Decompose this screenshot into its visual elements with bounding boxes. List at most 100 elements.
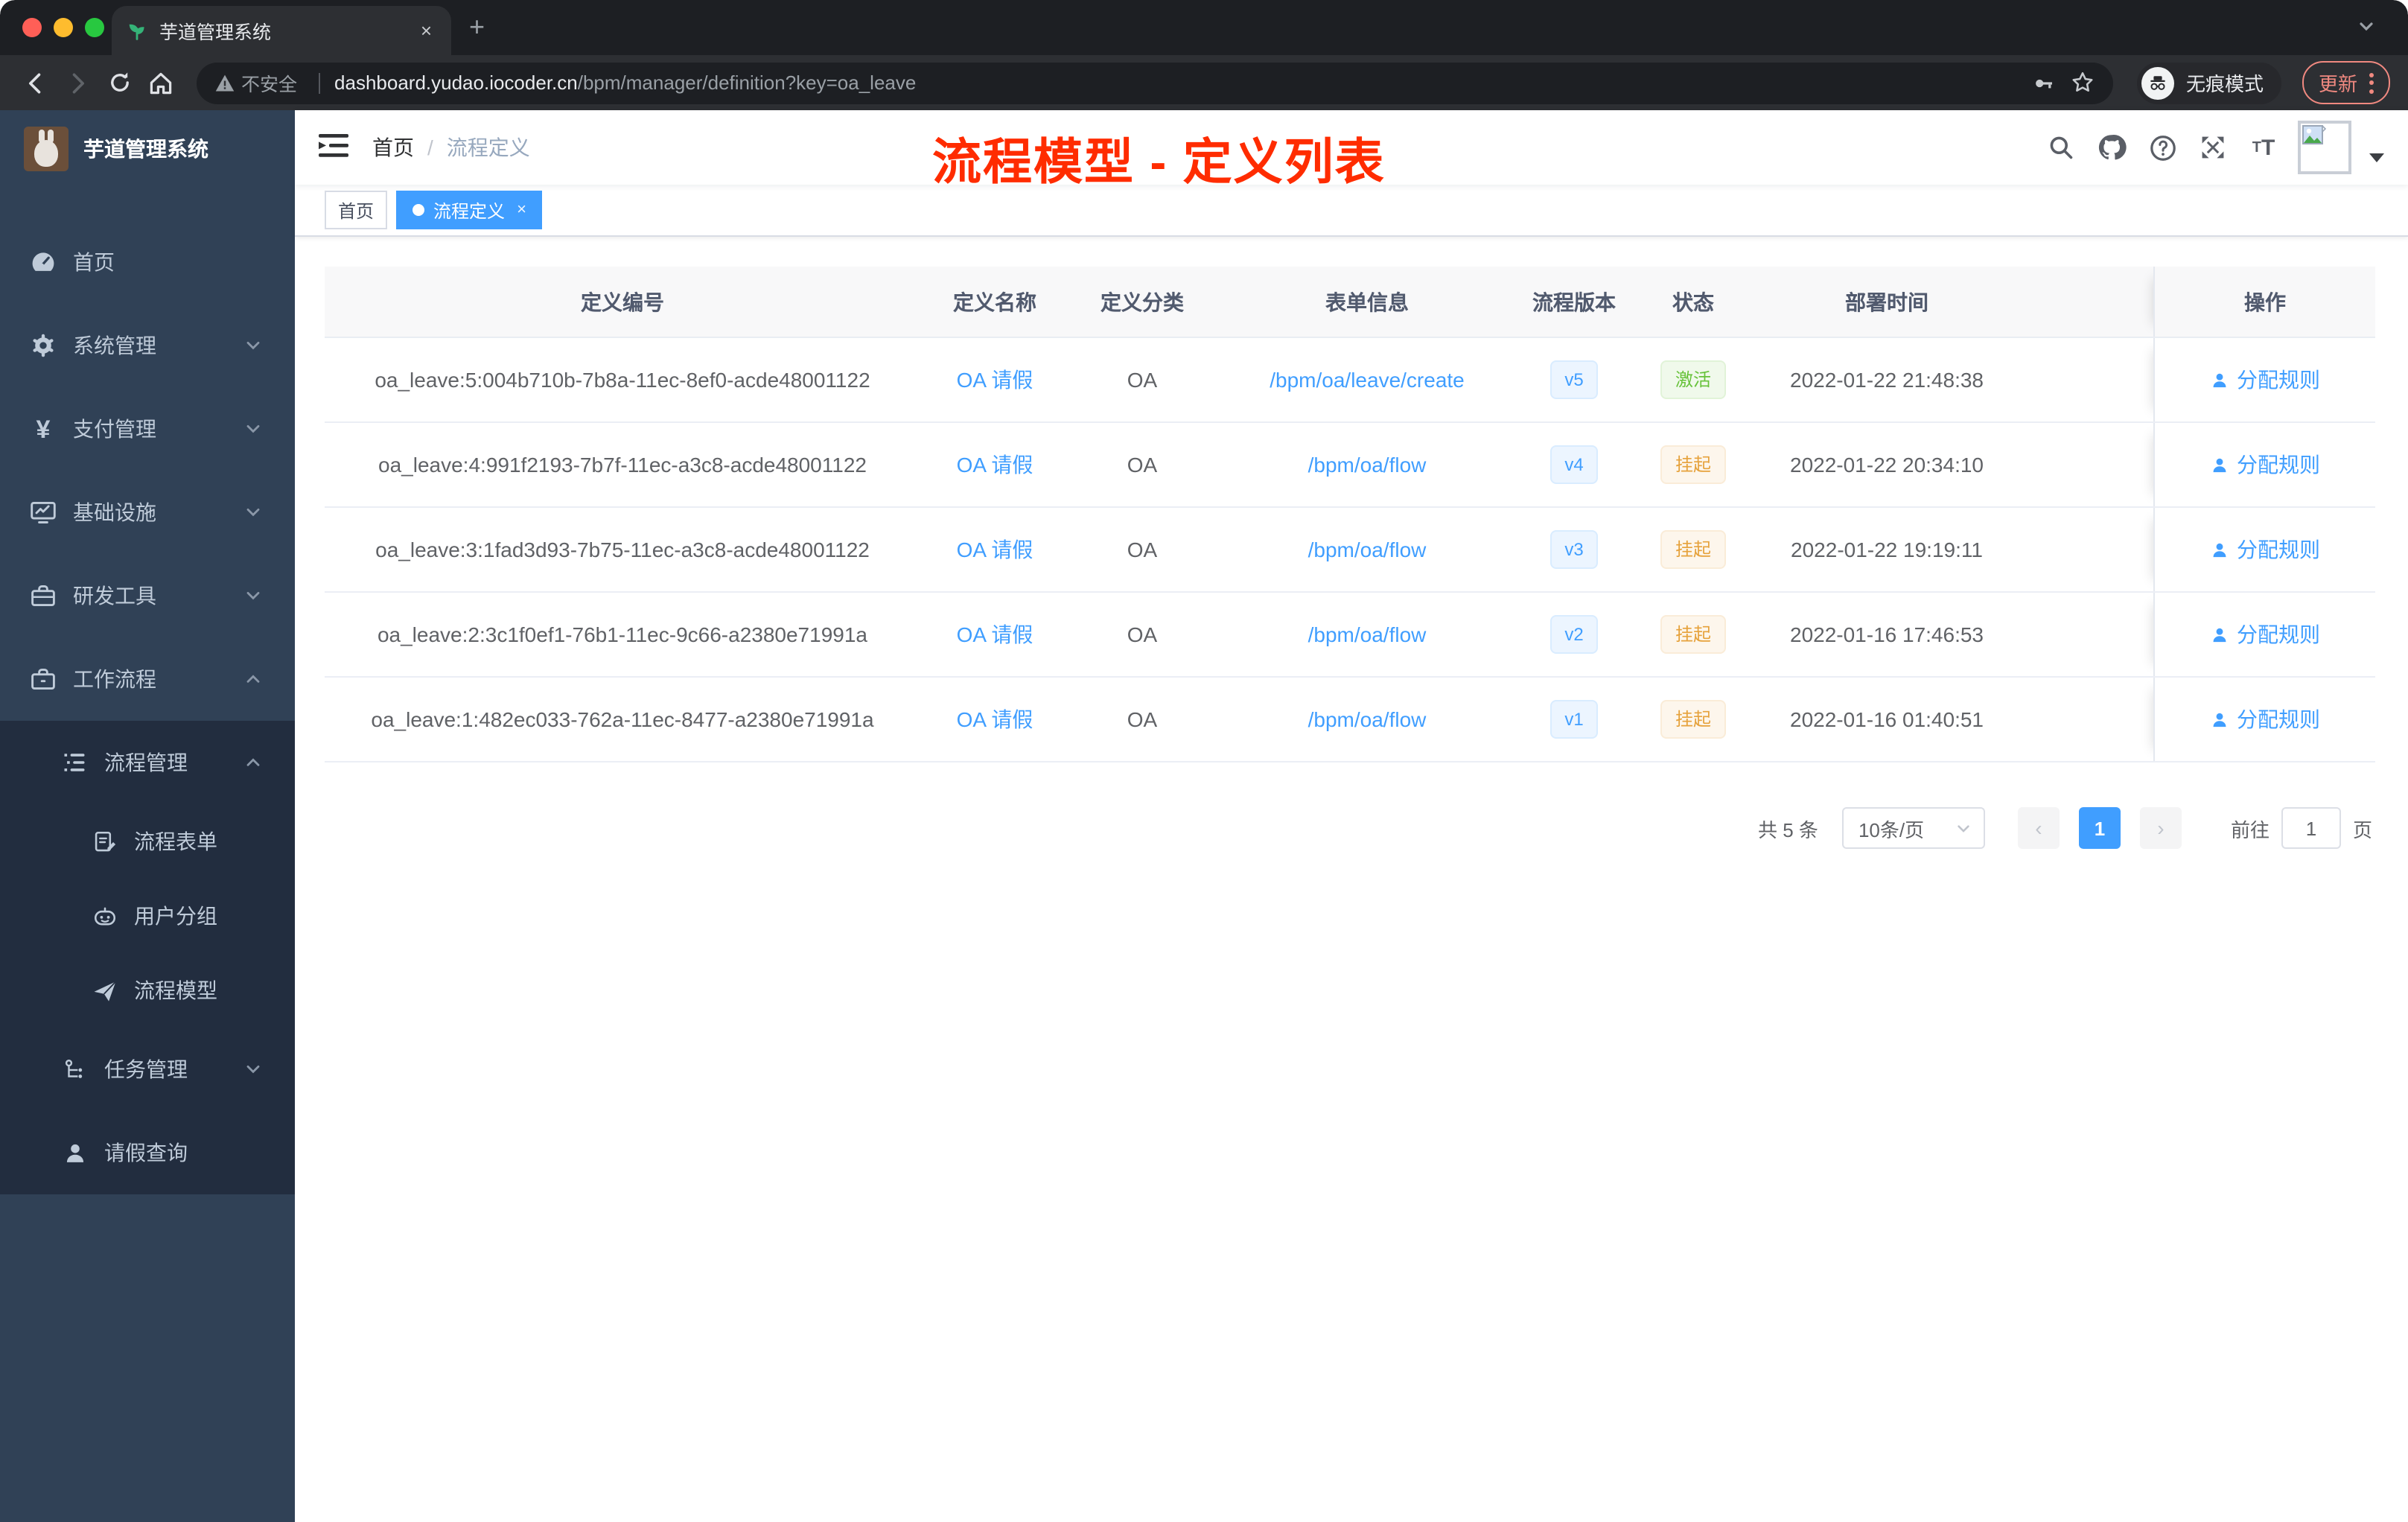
zoom-window-button[interactable] [85,18,104,37]
status-badge: 挂起 [1660,530,1726,569]
sidebar-item-infrastructure[interactable]: 基础设施 [0,471,295,554]
sidebar-item-label: 流程管理 [104,751,188,774]
incognito-badge: 无痕模式 [2136,62,2281,104]
sidebar-item-leave-query[interactable]: 请假查询 [0,1111,295,1194]
prev-page-button[interactable]: ‹ [2017,807,2060,849]
url-host: dashboard.yudao.iocoder.cn [334,71,578,94]
next-page-button[interactable]: › [2139,807,2182,849]
forward-icon[interactable] [60,65,95,101]
sidebar-item-system[interactable]: 系统管理 [0,304,295,387]
breadcrumb-home[interactable]: 首页 [372,133,414,162]
gear-icon [30,332,57,359]
definition-name-link[interactable]: OA 请假 [957,450,1033,480]
form-link[interactable]: /bpm/oa/leave/create [1270,368,1465,392]
tab-title: 芋道管理系统 [159,22,272,43]
caret-down-icon[interactable] [2369,153,2384,162]
help-icon[interactable] [2146,131,2179,164]
chevron-down-icon [244,337,262,354]
definition-name-link[interactable]: OA 请假 [957,365,1033,395]
form-link[interactable]: /bpm/oa/flow [1308,707,1427,731]
tab-close-icon[interactable]: × [416,19,436,42]
password-key-icon[interactable] [2031,71,2055,95]
definition-table: 定义编号 定义名称 定义分类 表单信息 流程版本 状态 部署时间 操作 oa_l… [325,267,2375,762]
column-header: 定义编号 [581,290,664,313]
home-icon[interactable] [143,65,179,101]
form-link[interactable]: /bpm/oa/flow [1308,623,1427,646]
top-navbar: 首页 / 流程定义 TT [295,110,2408,185]
table-row: oa_leave:1:482ec033-762a-11ec-8477-a2380… [325,678,2375,762]
monitor-icon [30,499,57,526]
sidebar-item-process-management[interactable]: 流程管理 [0,721,295,804]
form-link[interactable]: /bpm/oa/flow [1308,538,1427,561]
security-warning-icon[interactable] [214,72,235,93]
tag-process-definition[interactable]: 流程定义 × [396,191,543,229]
tag-close-icon[interactable]: × [517,201,526,219]
version-badge: v4 [1549,445,1599,484]
toolbox-icon [30,582,57,609]
definition-id: oa_leave:1:482ec033-762a-11ec-8477-a2380… [371,707,874,731]
goto-page-input[interactable] [2281,807,2341,849]
sidebar-item-label: 支付管理 [73,417,156,441]
sidebar-item-process-model[interactable]: 流程模型 [0,953,295,1028]
active-tag-dot [413,204,425,216]
assign-rule-button[interactable]: 分配规则 [2210,535,2320,564]
definition-category: OA [1127,538,1158,561]
browser-menu-kebab-icon[interactable] [2369,72,2374,93]
sidebar-item-devtools[interactable]: 研发工具 [0,554,295,637]
sidebar-item-payment[interactable]: ¥ 支付管理 [0,387,295,471]
avatar-broken-image[interactable] [2298,121,2351,174]
url-divider [318,72,320,93]
app-logo[interactable]: 芋道管理系统 [0,110,295,188]
search-icon[interactable] [2045,131,2077,164]
new-tab-button[interactable]: + [469,13,485,40]
assign-rule-button[interactable]: 分配规则 [2210,365,2320,395]
github-icon[interactable] [2095,131,2128,164]
incognito-icon [2141,66,2174,99]
definition-name-link[interactable]: OA 请假 [957,620,1033,649]
assign-rule-button[interactable]: 分配规则 [2210,450,2320,480]
back-icon[interactable] [18,65,54,101]
person-icon [61,1139,88,1166]
close-window-button[interactable] [22,18,42,37]
definition-name-link[interactable]: OA 请假 [957,704,1033,734]
tags-view-bar: 首页 流程定义 × [295,185,2408,237]
sidebar-item-user-group[interactable]: 用户分组 [0,879,295,953]
assign-rule-button[interactable]: 分配规则 [2210,620,2320,649]
assign-rule-label: 分配规则 [2237,368,2320,392]
sidebar-item-label: 任务管理 [104,1057,188,1081]
table-row: oa_leave:5:004b710b-7b8a-11ec-8ef0-acde4… [325,338,2375,423]
column-header: 部署时间 [1845,290,1928,313]
page-number-1[interactable]: 1 [2078,807,2121,849]
robot-face-icon [91,902,118,929]
page-size-value: 10条/页 [1858,818,1925,841]
browser-window: 芋道管理系统 × + 不安全 dashboard.yudao.iocoder.c… [0,0,2408,1522]
hamburger-icon[interactable] [319,133,348,162]
reload-icon[interactable] [101,65,137,101]
url-bar[interactable]: 不安全 dashboard.yudao.iocoder.cn /bpm/mana… [197,62,2113,104]
sidebar-item-label: 工作流程 [73,667,156,691]
minimize-window-button[interactable] [54,18,73,37]
definition-id: oa_leave:5:004b710b-7b8a-11ec-8ef0-acde4… [375,368,870,392]
fullscreen-icon[interactable] [2197,131,2229,164]
sidebar-item-task-management[interactable]: 任务管理 [0,1028,295,1111]
status-badge: 挂起 [1660,700,1726,739]
sidebar-item-home[interactable]: 首页 [0,220,295,304]
version-badge: v1 [1549,700,1599,739]
goto-label: 前往 [2230,818,2270,841]
tab-search-chevron-icon[interactable] [2357,18,2375,36]
page-size-select[interactable]: 10条/页 [1841,807,1985,849]
sidebar-item-process-form[interactable]: 流程表单 [0,804,295,879]
app-title: 芋道管理系统 [83,137,208,161]
browser-tab[interactable]: 芋道管理系统 × [112,6,451,55]
definition-name-link[interactable]: OA 请假 [957,535,1033,564]
tag-home[interactable]: 首页 [325,191,388,229]
browser-update-button[interactable]: 更新 [2302,61,2390,104]
assign-rule-label: 分配规则 [2237,453,2320,477]
assign-rule-button[interactable]: 分配规则 [2210,704,2320,734]
form-link[interactable]: /bpm/oa/flow [1308,453,1427,477]
tag-label: 流程定义 [433,200,506,221]
url-path: /bpm/manager/definition?key=oa_leave [577,71,917,94]
font-size-icon[interactable]: TT [2247,131,2280,164]
bookmark-star-icon[interactable] [2070,70,2095,95]
sidebar-item-workflow[interactable]: 工作流程 [0,637,295,721]
